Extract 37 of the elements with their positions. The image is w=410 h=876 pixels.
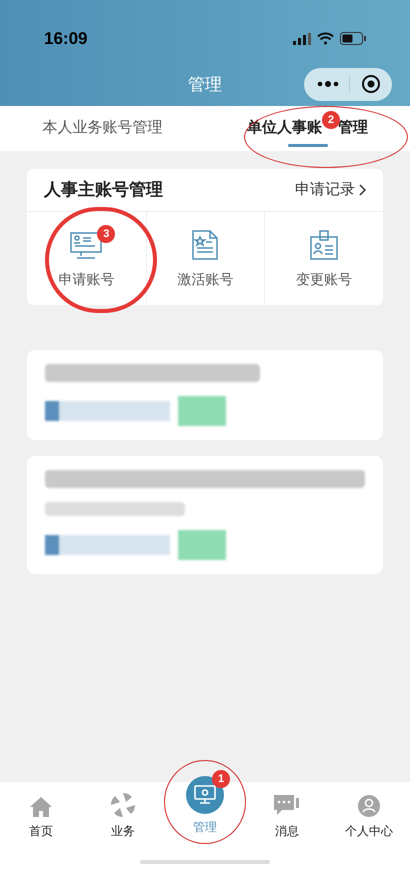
tab-bar-item[interactable]: 1 管理 [164, 760, 246, 844]
page-title: 管理 [188, 74, 222, 96]
wifi-icon [317, 32, 334, 46]
swirl-icon [110, 792, 136, 818]
signal-icon [293, 32, 311, 45]
action-label: 激活账号 [177, 270, 234, 289]
person-icon [357, 794, 381, 818]
chat-bubble-icon [273, 794, 301, 818]
tab-indicator [288, 144, 328, 147]
more-icon [317, 81, 339, 87]
account-action[interactable]: 激活账号 [146, 212, 264, 305]
action-label: 申请账号 [58, 270, 114, 289]
document-star-icon [191, 229, 220, 261]
annotation-number: 1 [212, 770, 230, 788]
battery-icon [340, 32, 366, 46]
monitor-icon [69, 231, 104, 261]
tab[interactable]: 本人业务账号管理 [0, 106, 205, 151]
action-label: 变更账号 [296, 270, 352, 289]
tab-bar-item[interactable]: 业务 [82, 782, 164, 840]
redacted-tag [178, 530, 226, 560]
annotation-number: 3 [97, 225, 116, 243]
tab-bar-item[interactable]: 个人中心 [328, 782, 410, 840]
close-target-icon [361, 74, 381, 94]
account-action[interactable]: 3 申请账号 [27, 212, 146, 305]
tab-bar-item[interactable]: 消息 [246, 782, 328, 840]
account-action[interactable]: 变更账号 [264, 212, 383, 305]
chevron-right-icon [359, 184, 366, 196]
id-badge-icon [309, 229, 340, 261]
status-time: 16:09 [44, 28, 88, 50]
records-link[interactable]: 申请记录 [295, 178, 366, 202]
tab-bar-item[interactable]: 首页 [0, 782, 82, 840]
redacted-tag [178, 396, 226, 426]
section-title: 人事主账号管理 [44, 179, 163, 202]
home-icon [29, 796, 53, 818]
annotation-number: 2 [322, 111, 340, 130]
capsule-menu[interactable] [304, 68, 392, 100]
tab[interactable]: 单位人事账 2 管理 [205, 106, 410, 151]
